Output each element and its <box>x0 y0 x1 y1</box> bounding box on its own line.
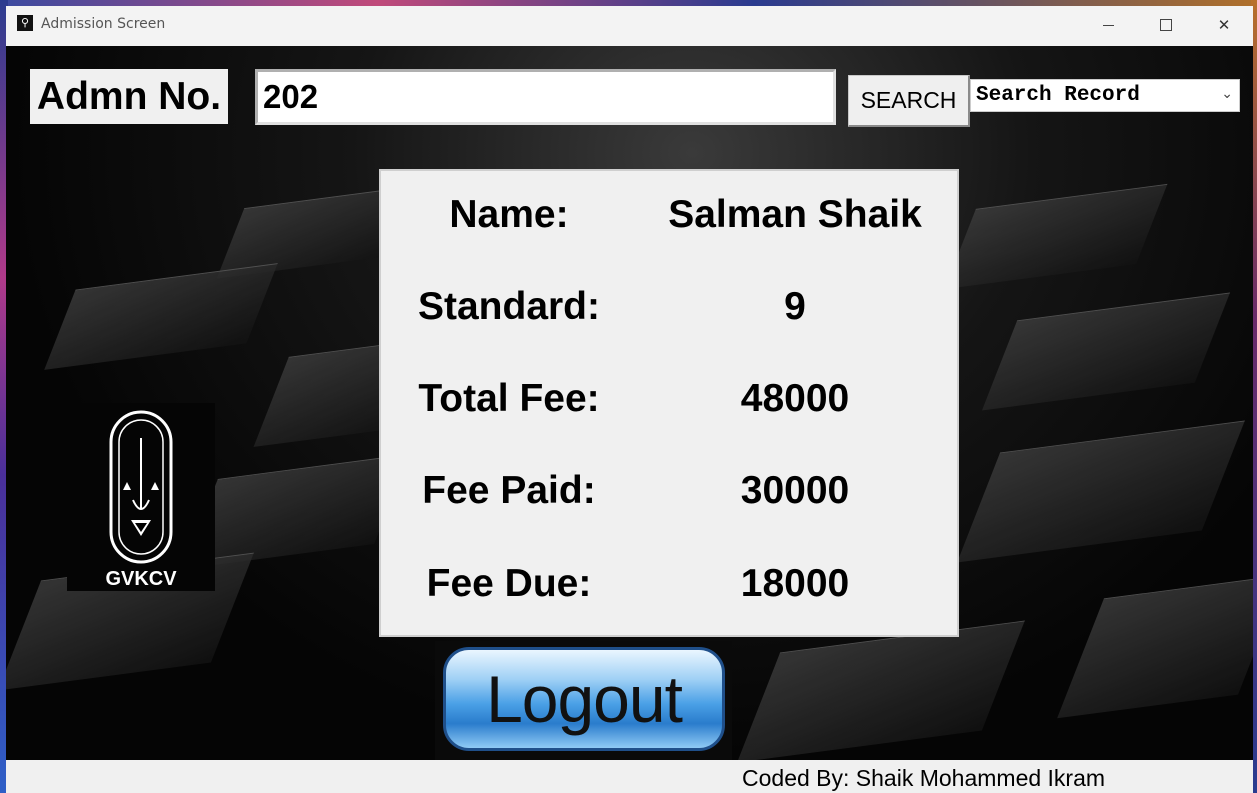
fee-paid-label: Fee Paid: <box>422 469 596 512</box>
record-row-fee-due: Fee Due: 18000 <box>381 562 957 622</box>
background-tile <box>981 292 1231 411</box>
record-row-name: Name: Salman Shaik <box>381 193 957 253</box>
fee-paid-value: 30000 <box>740 469 850 512</box>
record-row-total-fee: Total Fee: 48000 <box>381 377 957 437</box>
close-button[interactable]: ✕ <box>1195 6 1253 44</box>
name-label: Name: <box>449 193 569 236</box>
admn-no-input[interactable]: 202 <box>255 69 836 125</box>
title-bar[interactable]: ⚲ Admission Screen ✕ <box>6 6 1253 46</box>
record-card: Name: Salman Shaik Standard: 9 Total Fee… <box>379 169 959 637</box>
total-fee-value: 48000 <box>740 377 850 420</box>
admn-no-label: Admn No. <box>30 69 228 124</box>
minimize-button[interactable] <box>1079 6 1137 44</box>
app-icon: ⚲ <box>17 15 33 31</box>
record-row-standard: Standard: 9 <box>381 285 957 345</box>
record-row-fee-paid: Fee Paid: 30000 <box>381 469 957 529</box>
logout-button[interactable]: Logout <box>443 647 725 751</box>
fee-due-value: 18000 <box>740 562 850 605</box>
window-title: Admission Screen <box>41 16 166 32</box>
maximize-icon <box>1160 19 1172 31</box>
fee-due-label: Fee Due: <box>426 562 592 605</box>
background-tile <box>44 263 278 370</box>
logo-caption: GVKCV <box>105 568 177 590</box>
logout-button-frame: Logout <box>435 641 732 760</box>
maximize-button[interactable] <box>1137 6 1195 44</box>
search-mode-select[interactable]: Search Record ⌄ <box>970 79 1240 112</box>
background-tile <box>737 620 1025 760</box>
footer-bar: Coded By: Shaik Mohammed Ikram <box>6 760 1253 793</box>
admission-window: ⚲ Admission Screen ✕ Admn No. 202 SEARCH… <box>6 6 1253 793</box>
chevron-down-icon: ⌄ <box>1221 86 1233 102</box>
total-fee-label: Total Fee: <box>418 377 600 420</box>
school-emblem-icon <box>109 410 173 564</box>
search-button[interactable]: SEARCH <box>848 75 970 127</box>
background-tile <box>1057 574 1253 719</box>
school-logo: GVKCV <box>67 403 215 591</box>
search-mode-value: Search Record <box>976 84 1140 107</box>
credit-text: Coded By: Shaik Mohammed Ikram <box>742 765 1106 791</box>
background-tile <box>182 453 410 570</box>
standard-label: Standard: <box>417 285 600 328</box>
background-tile <box>957 420 1245 563</box>
name-value: Salman Shaik <box>668 193 922 236</box>
background-tile <box>944 183 1168 290</box>
minimize-icon <box>1102 24 1114 26</box>
content-area: Admn No. 202 SEARCH Search Record ⌄ GVKC… <box>6 46 1253 760</box>
close-icon: ✕ <box>1217 16 1231 34</box>
standard-value: 9 <box>784 285 806 328</box>
